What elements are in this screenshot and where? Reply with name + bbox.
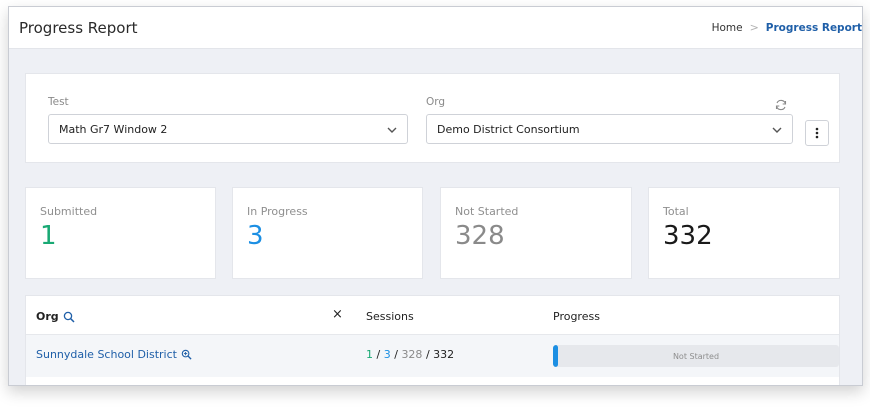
search-zoom-icon[interactable] <box>63 311 75 323</box>
chevron-down-icon <box>772 127 782 133</box>
sessions-in-progress: 3 <box>383 348 391 361</box>
more-vertical-icon <box>815 127 819 139</box>
sessions-separator: / <box>376 348 381 361</box>
sessions-not-started: 328 <box>401 348 423 361</box>
stat-value-submitted: 1 <box>40 221 57 251</box>
progress-table: Org × Sessions Progress Sunnydale School… <box>25 295 840 385</box>
more-options-button[interactable] <box>805 120 829 146</box>
app-window: Progress Report Home > Progress Report T… <box>8 6 863 386</box>
breadcrumb-separator: > <box>749 21 759 34</box>
sessions-total: 332 <box>433 348 455 361</box>
sessions-separator: / <box>394 348 398 361</box>
test-select-value: Math Gr7 Window 2 <box>59 122 168 136</box>
clear-filter-button[interactable]: × <box>332 307 343 322</box>
org-header-label: Org <box>36 310 59 323</box>
stat-value-in-progress: 3 <box>247 221 264 251</box>
org-select-value: Demo District Consortium <box>437 122 580 136</box>
progress-column-header: Progress <box>553 310 600 323</box>
refresh-icon[interactable] <box>774 98 788 112</box>
progress-bar-label: Not Started <box>672 351 720 361</box>
breadcrumb-home-link[interactable]: Home <box>712 22 743 34</box>
sessions-cell: 1 / 3 / 328 / 332 <box>366 348 454 361</box>
chevron-down-icon <box>387 127 397 133</box>
org-name[interactable]: Sunnydale School District <box>36 348 177 361</box>
test-filter-label: Test <box>48 96 69 108</box>
zoom-in-icon[interactable] <box>181 349 192 360</box>
stat-value-not-started: 328 <box>455 221 505 251</box>
stat-card-submitted: Submitted 1 <box>25 187 216 279</box>
org-select[interactable]: Demo District Consortium <box>426 114 793 144</box>
filters-card: Test Math Gr7 Window 2 Org Demo District… <box>25 73 840 163</box>
test-select[interactable]: Math Gr7 Window 2 <box>48 114 408 144</box>
org-column-header: Org <box>36 310 75 323</box>
sessions-separator: / <box>425 348 430 361</box>
stat-card-in-progress: In Progress 3 <box>232 187 423 279</box>
breadcrumb: Home > Progress Report <box>712 21 862 34</box>
org-row-link[interactable]: Sunnydale School District <box>36 348 192 361</box>
sessions-column-header: Sessions <box>366 310 414 323</box>
stat-label-in-progress: In Progress <box>247 205 308 218</box>
page-header: Progress Report Home > Progress Report <box>9 7 862 49</box>
stat-value-total: 332 <box>663 221 713 251</box>
progress-bar: Not Started <box>553 345 839 367</box>
sessions-submitted: 1 <box>366 348 373 361</box>
stat-label-submitted: Submitted <box>40 205 98 218</box>
page-title: Progress Report <box>19 19 138 37</box>
breadcrumb-current: Progress Report <box>765 21 862 34</box>
org-filter-label: Org <box>426 96 446 108</box>
stat-card-total: Total 332 <box>648 187 840 279</box>
stat-label-total: Total <box>663 205 689 218</box>
stat-card-not-started: Not Started 328 <box>440 187 632 279</box>
table-row: Sunnydale School District 1 / 3 / 328 / … <box>26 335 839 377</box>
stat-label-not-started: Not Started <box>455 205 519 218</box>
